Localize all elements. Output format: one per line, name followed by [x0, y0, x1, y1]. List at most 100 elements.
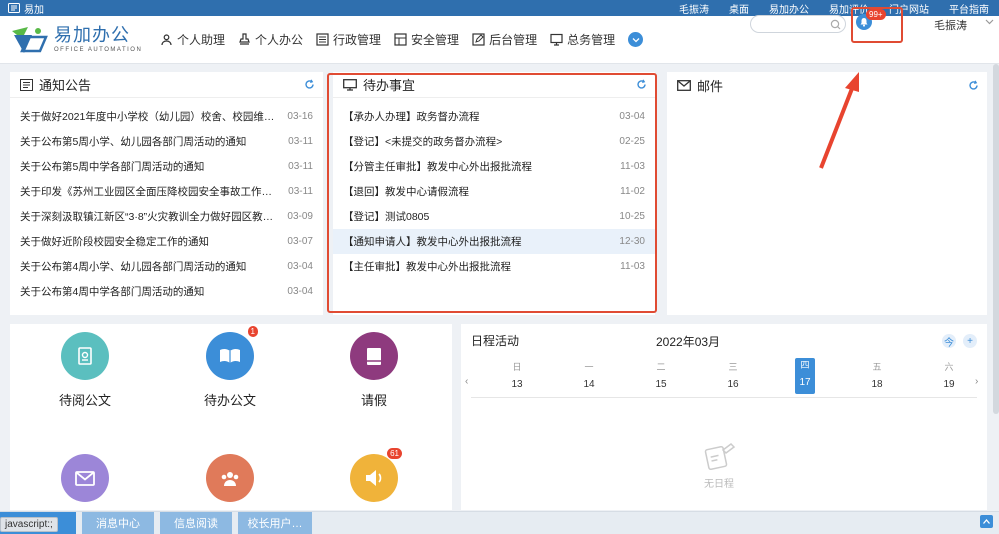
notification-badge: 99+: [866, 9, 886, 20]
calendar-day[interactable]: 三 16: [723, 360, 743, 390]
list-item-date: 03-16: [287, 111, 313, 122]
list-item-text: 关于深刻汲取镇江新区“3·8”火灾教训全力做好园区教育…: [20, 211, 284, 223]
top-link-3[interactable]: 易加办公: [759, 1, 819, 16]
calendar-date: 13: [511, 379, 523, 390]
bottom-tab-message[interactable]: 消息中心: [82, 512, 154, 534]
calendar-month: 2022年03月: [656, 335, 721, 349]
nav-item-4[interactable]: 安全管理: [394, 31, 459, 48]
empty-note-icon: [704, 443, 736, 471]
nav-item-2[interactable]: 个人办公: [238, 31, 303, 48]
nav-item-label: 个人办公: [255, 33, 304, 47]
more-nav-button[interactable]: [628, 32, 644, 47]
app-shortcut-6[interactable]: 61: [324, 448, 424, 502]
grid-icon: [394, 33, 407, 46]
list-item-text: 关于公布第4周小学、幼儿园各部门周活动的通知: [20, 261, 247, 273]
list-item[interactable]: 关于公布第4周小学、幼儿园各部门周活动的通知 03-04: [10, 254, 323, 279]
list-item[interactable]: 关于公布第5周小学、幼儿园各部门周活动的通知 03-11: [10, 129, 323, 154]
search-icon[interactable]: [830, 19, 841, 30]
top-brand: 易加: [8, 1, 44, 16]
nav-item-label: 安全管理: [411, 33, 460, 47]
calendar-week: 日 13 一 14 二 15 三 16 四 17 五 18 六 19: [471, 358, 977, 398]
nav-item-1[interactable]: 个人助理: [160, 31, 225, 48]
top-app-name: 易加: [24, 4, 44, 16]
chevron-left-icon[interactable]: ‹: [465, 376, 468, 387]
list-item-text: 关于做好近阶段校园安全稳定工作的通知: [20, 236, 209, 248]
calendar-day[interactable]: 四 17: [795, 358, 815, 394]
empty-schedule-text: 无日程: [704, 479, 734, 490]
app-shortcut-4[interactable]: [35, 454, 135, 502]
chevron-up-icon[interactable]: [980, 515, 993, 528]
page-scrollbar[interactable]: [993, 64, 999, 414]
calendar-day[interactable]: 日 13: [507, 360, 527, 390]
bottom-tab-reading[interactable]: 信息阅读: [160, 512, 232, 534]
calendar-panel: 日程活动 2022年03月 今 + ‹ › 日 13 一 14 二 15 三 16 四 17 五 18…: [461, 324, 987, 510]
calendar-weekday: 三: [728, 362, 738, 372]
edit-icon: [472, 33, 485, 46]
list-item[interactable]: 关于印发《苏州工业园区全面压降校园安全事故工作方案… 03-11: [10, 179, 323, 204]
mail-icon: [677, 79, 691, 91]
top-link-2[interactable]: 桌面: [719, 1, 759, 16]
list-item-date: 03-11: [288, 161, 313, 172]
notice-title: 通知公告: [39, 78, 92, 93]
calendar-weekday: 二: [656, 362, 666, 372]
nav-item-6[interactable]: 总务管理: [550, 31, 615, 48]
add-event-button[interactable]: +: [963, 334, 977, 348]
logo-title: 易加办公: [54, 25, 130, 45]
chevron-down-icon[interactable]: [985, 19, 994, 25]
logo-subtitle: OFFICE AUTOMATION: [54, 47, 143, 53]
search-input[interactable]: [750, 15, 846, 33]
user-name[interactable]: 毛振涛: [934, 17, 967, 33]
nav-item-label: 个人助理: [177, 33, 226, 47]
app-icon-circle: [61, 454, 109, 502]
bottom-tab-principal[interactable]: 校长用户…: [238, 512, 312, 534]
app-badge: 1: [247, 326, 258, 337]
today-button[interactable]: 今: [942, 334, 956, 349]
calendar-date: 17: [799, 377, 811, 388]
app-shortcut-3[interactable]: 请假: [324, 332, 424, 409]
refresh-icon[interactable]: [304, 79, 315, 90]
nav-item-5[interactable]: 后台管理: [472, 31, 537, 48]
calendar-day[interactable]: 一 14: [579, 360, 599, 390]
book-icon: [367, 348, 381, 365]
nav-item-3[interactable]: 行政管理: [316, 31, 381, 48]
calendar-day[interactable]: 二 15: [651, 360, 671, 390]
list-item-date: 03-11: [288, 136, 313, 147]
calendar-day[interactable]: 五 18: [867, 360, 887, 390]
app-label: 请假: [360, 393, 387, 408]
list-item[interactable]: 关于做好2021年度中小学校（幼儿园）校舍、校园维修… 03-16: [10, 104, 323, 129]
list-item-text: 关于印发《苏州工业园区全面压降校园安全事故工作方案…: [20, 186, 289, 198]
app-shortcut-2[interactable]: 1 待办公文: [180, 326, 280, 409]
list-item[interactable]: 关于深刻汲取镇江新区“3·8”火灾教训全力做好园区教育… 03-09: [10, 204, 323, 229]
app-icon-circle: [206, 454, 254, 502]
calendar-weekday: 四: [800, 360, 810, 370]
list-item-date: 03-09: [287, 211, 313, 222]
bottom-bar: 消息中心 信息阅读 校长用户…: [0, 511, 999, 534]
main-nav: 个人助理 个人办公 行政管理 安全管理 后台管理 总务管理: [160, 31, 644, 48]
calendar-weekday: 日: [512, 362, 522, 372]
speaker-icon: [366, 470, 382, 486]
stamp-icon: [239, 33, 250, 45]
list-item[interactable]: 关于公布第5周中学各部门周活动的通知 03-11: [10, 154, 323, 179]
app-shortcut-1[interactable]: 待阅公文: [35, 332, 135, 409]
app-shortcut-5[interactable]: [180, 454, 280, 502]
annotation-arrow-icon: [819, 72, 859, 169]
top-bar: 易加 毛振涛 桌面 易加办公 易加评价 门户网站 平台指南: [0, 0, 999, 16]
notice-icon: [20, 78, 33, 91]
calendar-day[interactable]: 六 19: [939, 360, 959, 390]
todo-highlight: [327, 73, 657, 313]
refresh-icon[interactable]: [968, 79, 979, 91]
calendar-date: 15: [655, 379, 667, 390]
logo[interactable]: 易加办公 OFFICE AUTOMATION: [10, 25, 150, 55]
calendar-date: 19: [943, 379, 955, 390]
list-item-text: 关于做好2021年度中小学校（幼儿园）校舍、校园维修…: [20, 111, 285, 123]
list-item[interactable]: 关于公布第4周中学各部门周活动的通知 03-04: [10, 279, 323, 304]
app-label: 待办公文: [203, 393, 256, 408]
app-label: 待阅公文: [58, 393, 111, 408]
list-item[interactable]: 关于做好近阶段校园安全稳定工作的通知 03-07: [10, 229, 323, 254]
nav-item-label: 总务管理: [567, 33, 616, 47]
top-link-6[interactable]: 平台指南: [939, 1, 999, 16]
group-icon: [221, 472, 239, 486]
app-logo-icon: [8, 3, 20, 13]
top-link-user[interactable]: 毛振涛: [669, 1, 719, 16]
calendar-weekday: 一: [584, 362, 594, 372]
